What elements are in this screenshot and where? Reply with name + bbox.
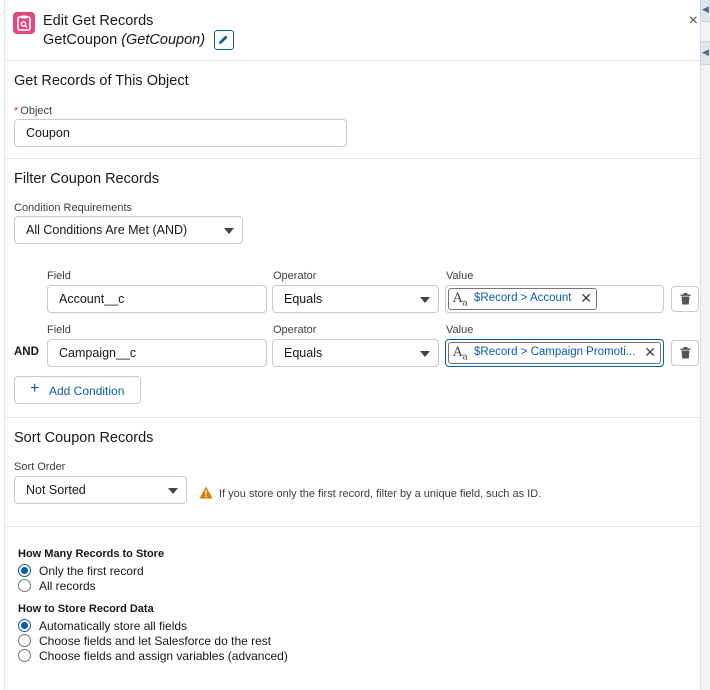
close-icon[interactable]: × bbox=[689, 12, 698, 30]
object-section-title: Get Records of This Object bbox=[14, 73, 189, 89]
plus-icon: + bbox=[30, 380, 40, 397]
condition-value-input[interactable]: Aa $Record > Account ✕ bbox=[445, 285, 664, 313]
add-condition-button[interactable]: + Add Condition bbox=[14, 376, 141, 404]
edit-element-button[interactable] bbox=[214, 30, 234, 50]
radio-unselected[interactable] bbox=[18, 649, 31, 662]
chevron-down-icon bbox=[168, 488, 178, 494]
divider bbox=[5, 417, 702, 418]
how-to-store-label: How to Store Record Data bbox=[18, 603, 154, 615]
text-resource-icon: Aa bbox=[453, 291, 468, 309]
condition-connector: AND bbox=[14, 346, 39, 358]
text-resource-icon: Aa bbox=[453, 345, 468, 363]
chevron-down-icon bbox=[420, 297, 430, 303]
delete-condition-button[interactable] bbox=[671, 286, 699, 312]
chevron-left-icon: ◀ bbox=[702, 47, 709, 57]
field-label: Field bbox=[47, 324, 71, 336]
panel-header: Edit Get Records GetCoupon (GetCoupon) × bbox=[13, 10, 698, 58]
value-label: Value bbox=[446, 270, 474, 282]
operator-label: Operator bbox=[273, 270, 317, 282]
sort-order-select[interactable]: Not Sorted bbox=[14, 476, 187, 504]
edit-get-records-panel: Edit Get Records GetCoupon (GetCoupon) ×… bbox=[4, 0, 702, 690]
divider bbox=[5, 526, 702, 527]
how-many-records-label: How Many Records to Store bbox=[18, 548, 165, 560]
chevron-left-icon: ◀ bbox=[702, 4, 709, 14]
field-label: Field bbox=[47, 270, 71, 282]
chevron-down-icon bbox=[420, 351, 430, 357]
trash-icon bbox=[680, 293, 691, 305]
collapse-tab[interactable]: ◀ bbox=[700, 0, 710, 22]
operator-label: Operator bbox=[273, 324, 317, 336]
radio-selected[interactable] bbox=[18, 619, 31, 632]
resource-pill: Aa $Record > Account ✕ bbox=[448, 288, 597, 310]
delete-condition-button[interactable] bbox=[671, 340, 699, 366]
object-input[interactable]: Coupon bbox=[14, 119, 347, 147]
element-name: GetCoupon (GetCoupon) bbox=[43, 32, 205, 48]
close-icon[interactable]: ✕ bbox=[580, 290, 592, 307]
resource-pill-label: $Record > Campaign Promoti... bbox=[474, 346, 636, 358]
sort-section-title: Sort Coupon Records bbox=[14, 430, 154, 446]
value-label: Value bbox=[446, 324, 474, 336]
get-records-icon bbox=[13, 12, 35, 34]
condition-operator-select[interactable]: Equals bbox=[272, 285, 439, 313]
radio-selected[interactable] bbox=[18, 564, 31, 577]
divider bbox=[5, 158, 702, 159]
object-label: * Object bbox=[14, 105, 53, 117]
collapse-tab[interactable]: ◀ bbox=[700, 41, 710, 65]
required-marker: * bbox=[14, 105, 19, 117]
warning-message: If you store only the first record, filt… bbox=[219, 488, 542, 500]
warning-icon bbox=[199, 486, 213, 499]
element-api-name: (GetCoupon) bbox=[121, 32, 206, 48]
trash-icon bbox=[680, 347, 691, 359]
right-rail: ◀ ◀ bbox=[700, 0, 710, 690]
panel-title: Edit Get Records bbox=[43, 13, 154, 29]
radio-unselected[interactable] bbox=[18, 634, 31, 647]
sort-order-label: Sort Order bbox=[14, 461, 66, 473]
filter-section-title: Filter Coupon Records bbox=[14, 171, 160, 187]
pencil-icon bbox=[219, 35, 228, 44]
condition-operator-select[interactable]: Equals bbox=[272, 339, 439, 367]
close-icon[interactable]: ✕ bbox=[644, 344, 656, 361]
divider bbox=[5, 60, 702, 61]
condition-requirements-label: Condition Requirements bbox=[14, 202, 133, 214]
resource-pill: Aa $Record > Campaign Promoti... ✕ bbox=[448, 342, 661, 364]
radio-unselected[interactable] bbox=[18, 579, 31, 592]
element-label: GetCoupon bbox=[43, 32, 118, 48]
condition-field-input[interactable]: Campaign__c bbox=[47, 339, 267, 367]
condition-field-input[interactable]: Account__c bbox=[47, 285, 267, 313]
condition-value-input[interactable]: Aa $Record > Campaign Promoti... ✕ bbox=[445, 339, 664, 367]
chevron-down-icon bbox=[224, 228, 234, 234]
condition-requirements-select[interactable]: All Conditions Are Met (AND) bbox=[14, 216, 243, 244]
resource-pill-label: $Record > Account bbox=[474, 292, 572, 304]
